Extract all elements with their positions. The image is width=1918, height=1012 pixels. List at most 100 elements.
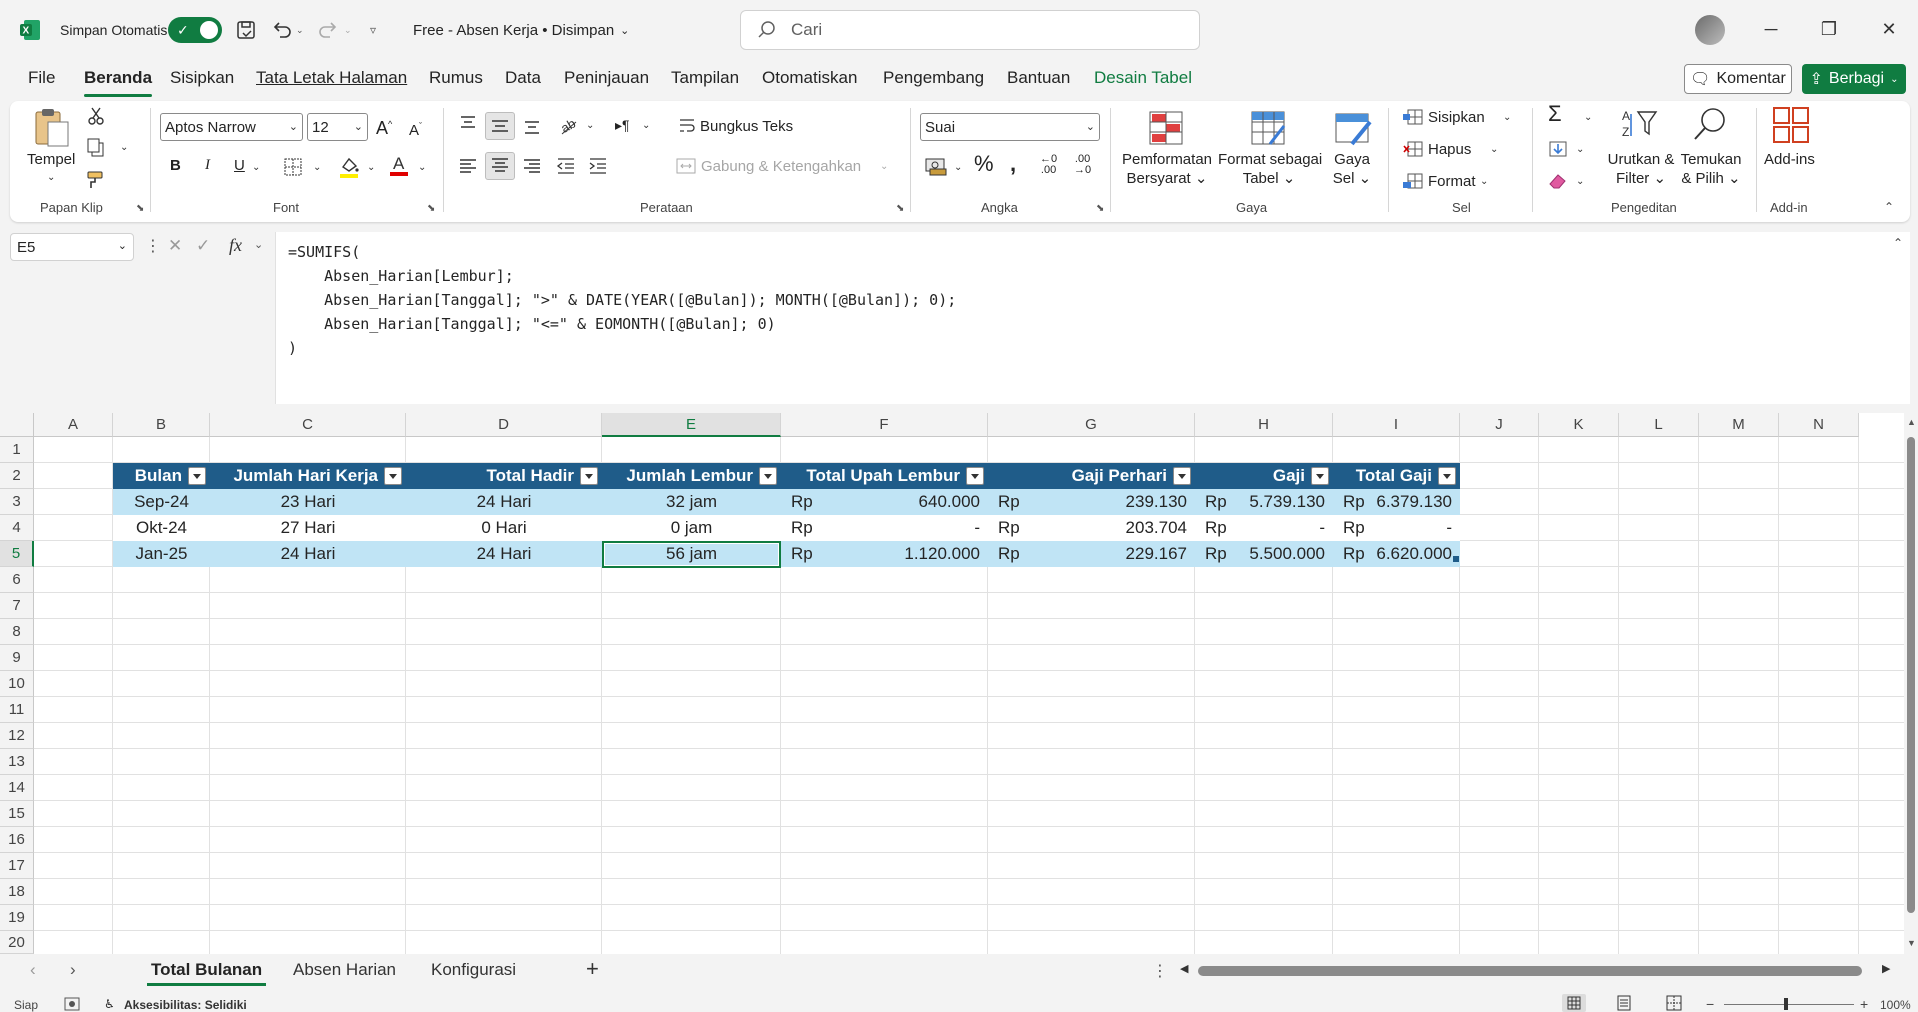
page-layout-icon[interactable]	[1614, 994, 1634, 1012]
increase-font-icon[interactable]: A^	[376, 115, 392, 138]
column-header-i[interactable]: I	[1333, 413, 1460, 437]
collapse-formula-icon[interactable]: ⌃	[1893, 236, 1903, 250]
formula-input[interactable]: =SUMIFS( Absen_Harian[Lembur]; Absen_Har…	[275, 232, 1910, 404]
filter-dropdown-icon[interactable]	[1438, 467, 1456, 485]
tab-peninjauan[interactable]: Peninjauan	[564, 68, 649, 88]
filter-dropdown-icon[interactable]	[1173, 467, 1191, 485]
format-dropdown-icon[interactable]: ⌄	[1480, 176, 1488, 187]
tab-file[interactable]: File	[28, 68, 55, 88]
accessibility-status[interactable]: Aksesibilitas: Selidiki	[124, 998, 247, 1012]
format-as-table-icon[interactable]	[1250, 110, 1288, 146]
format-painter-icon[interactable]	[86, 170, 106, 190]
column-header-b[interactable]: B	[113, 413, 210, 437]
scroll-down-icon[interactable]: ▼	[1907, 938, 1916, 948]
cell-jumlah-lembur[interactable]: 0 jam	[602, 515, 781, 541]
percent-icon[interactable]: %	[974, 153, 994, 175]
add-sheet-button[interactable]: +	[586, 956, 599, 982]
row-header-9[interactable]: 9	[0, 645, 34, 671]
cell-jumlah-hari-kerja[interactable]: 23 Hari	[210, 489, 406, 515]
column-header-m[interactable]: M	[1699, 413, 1779, 437]
insert-function-icon[interactable]: fx	[229, 235, 242, 256]
row-header-2[interactable]: 2	[0, 463, 34, 489]
prev-sheet-icon[interactable]: ‹	[30, 960, 36, 980]
zoom-in-icon[interactable]: +	[1860, 996, 1868, 1012]
zoom-slider-track[interactable]	[1724, 1004, 1854, 1005]
row-header-16[interactable]: 16	[0, 827, 34, 853]
align-center-icon[interactable]	[485, 152, 515, 180]
copy-dropdown-icon[interactable]: ⌄	[120, 142, 128, 153]
sort-filter-button[interactable]: Urutkan & Filter ⌄	[1604, 150, 1678, 188]
text-direction-icon[interactable]: ▸¶	[615, 116, 630, 135]
underline-dropdown-icon[interactable]: ⌄	[252, 162, 260, 173]
column-header-e[interactable]: E	[602, 413, 781, 437]
merge-center-button[interactable]: Gabung & Ketengahkan	[701, 157, 861, 176]
row-header-18[interactable]: 18	[0, 879, 34, 905]
save-icon[interactable]	[235, 0, 257, 60]
page-break-icon[interactable]	[1664, 994, 1684, 1012]
accounting-dropdown-icon[interactable]: ⌄	[954, 162, 962, 173]
row-header-12[interactable]: 12	[0, 723, 34, 749]
zoom-slider-thumb[interactable]	[1784, 998, 1788, 1010]
tab-otomatiskan[interactable]: Otomatiskan	[762, 68, 857, 88]
redo-icon[interactable]	[318, 0, 340, 60]
column-header-h[interactable]: H	[1195, 413, 1333, 437]
row-header-7[interactable]: 7	[0, 593, 34, 619]
search-input[interactable]: Cari	[740, 10, 1200, 50]
row-header-14[interactable]: 14	[0, 775, 34, 801]
filter-dropdown-icon[interactable]	[966, 467, 984, 485]
delete-cells-icon[interactable]	[1402, 140, 1424, 158]
orientation-dropdown-icon[interactable]: ⌄	[586, 120, 594, 131]
table-resize-handle[interactable]	[1453, 556, 1459, 562]
addins-button[interactable]: Add-ins	[1764, 150, 1815, 169]
macro-record-icon[interactable]	[64, 997, 80, 1011]
row-header-11[interactable]: 11	[0, 697, 34, 723]
cell-total-hadir[interactable]: 0 Hari	[406, 515, 602, 541]
borders-dropdown-icon[interactable]: ⌄	[313, 162, 321, 173]
table-header-cell[interactable]: Jumlah Lembur	[602, 463, 781, 489]
accessibility-icon[interactable]: ♿	[104, 997, 115, 1011]
autosave-toggle[interactable]: ✓	[168, 0, 222, 60]
column-header-d[interactable]: D	[406, 413, 602, 437]
scroll-up-icon[interactable]: ▲	[1907, 417, 1916, 427]
customize-toolbar-icon[interactable]: ▿	[370, 0, 376, 60]
wrap-text-icon[interactable]	[678, 117, 696, 135]
paste-icon[interactable]	[32, 106, 72, 148]
zoom-level[interactable]: 100%	[1880, 998, 1911, 1012]
tab-pengembang[interactable]: Pengembang	[883, 68, 984, 88]
tab-bantuan[interactable]: Bantuan	[1007, 68, 1070, 88]
row-header-15[interactable]: 15	[0, 801, 34, 827]
underline-button[interactable]: U	[234, 156, 245, 175]
find-select-button[interactable]: Temukan & Pilih ⌄	[1676, 150, 1746, 188]
cell-jumlah-hari-kerja[interactable]: 24 Hari	[210, 541, 406, 567]
filter-dropdown-icon[interactable]	[1311, 467, 1329, 485]
align-middle-icon[interactable]	[485, 112, 515, 140]
decrease-font-icon[interactable]: Aˇ	[409, 117, 422, 140]
fill-color-icon[interactable]	[338, 155, 360, 179]
vertical-scroll-thumb[interactable]	[1907, 437, 1915, 913]
column-header-g[interactable]: G	[988, 413, 1195, 437]
sheet-tab-konfigurasi[interactable]: Konfigurasi	[431, 960, 516, 980]
clear-icon[interactable]	[1548, 172, 1568, 190]
decrease-indent-icon[interactable]	[556, 156, 576, 176]
undo-dropdown-icon[interactable]: ⌄	[296, 0, 304, 60]
select-all-corner[interactable]	[0, 413, 34, 437]
insert-cells-icon[interactable]	[1402, 108, 1424, 126]
copy-icon[interactable]	[86, 138, 108, 158]
avatar[interactable]	[1695, 15, 1725, 45]
table-header-cell[interactable]: Total Hadir	[406, 463, 602, 489]
font-launcher-icon[interactable]: ⬊	[427, 203, 435, 214]
filter-dropdown-icon[interactable]	[759, 467, 777, 485]
borders-icon[interactable]	[283, 157, 303, 177]
minimize-icon[interactable]: ─	[1760, 18, 1782, 40]
undo-icon[interactable]	[270, 0, 292, 60]
table-header-cell[interactable]: Jumlah Hari Kerja	[210, 463, 406, 489]
format-cells-button[interactable]: Format	[1428, 172, 1476, 191]
chevron-down-icon[interactable]: ⌄	[47, 172, 55, 183]
cell-jumlah-hari-kerja[interactable]: 27 Hari	[210, 515, 406, 541]
enter-icon[interactable]: ✓	[196, 236, 210, 256]
format-as-table-button[interactable]: Format sebagai Tabel ⌄	[1218, 150, 1322, 188]
text-direction-dropdown-icon[interactable]: ⌄	[642, 120, 650, 131]
horizontal-scroll-thumb[interactable]	[1198, 966, 1862, 976]
column-header-a[interactable]: A	[34, 413, 113, 437]
vertical-scrollbar[interactable]: ▲ ▼	[1904, 413, 1918, 954]
